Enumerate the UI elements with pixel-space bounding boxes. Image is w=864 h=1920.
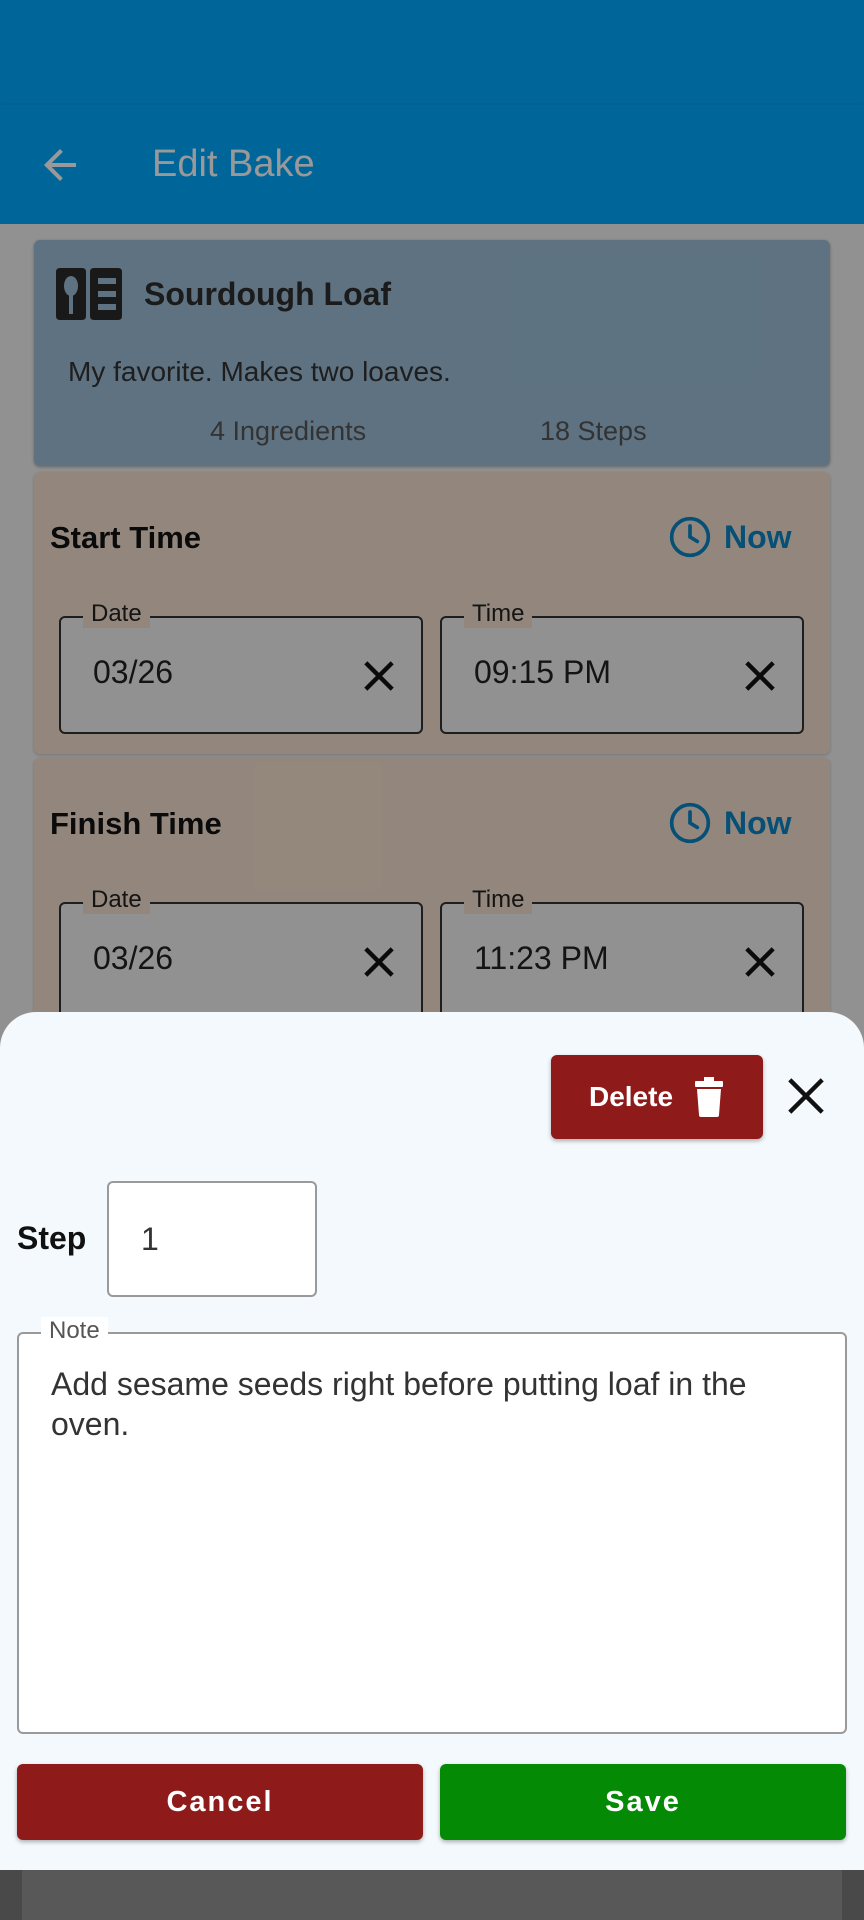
step-number-input[interactable] xyxy=(107,1181,317,1297)
note-text[interactable]: Add sesame seeds right before putting lo… xyxy=(51,1364,821,1444)
cancel-button[interactable]: Cancel xyxy=(17,1764,423,1840)
save-button[interactable]: Save xyxy=(440,1764,846,1840)
step-label: Step xyxy=(17,1220,87,1256)
note-label: Note xyxy=(41,1317,108,1345)
close-icon[interactable] xyxy=(784,1074,828,1118)
edit-step-sheet: Delete Step Note Add sesame seeds right … xyxy=(0,1012,864,1870)
note-field[interactable]: Note Add sesame seeds right before putti… xyxy=(17,1317,847,1734)
delete-button[interactable]: Delete xyxy=(551,1055,763,1139)
trash-icon xyxy=(695,1077,724,1117)
delete-label: Delete xyxy=(588,1081,674,1112)
